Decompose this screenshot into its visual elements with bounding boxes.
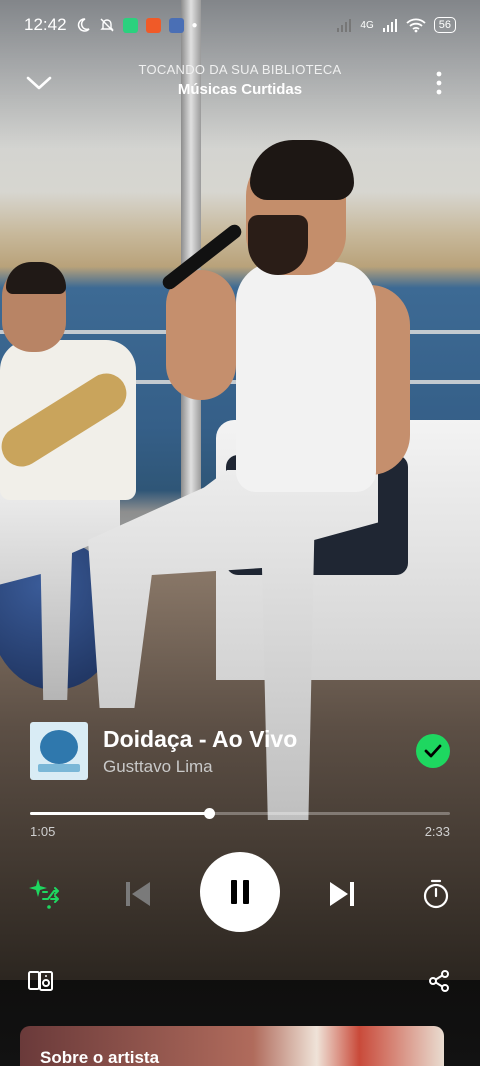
context-kicker: TOCANDO DA SUA BIBLIOTECA xyxy=(138,62,342,77)
app-notification-icon xyxy=(145,17,161,33)
devices-icon xyxy=(28,971,53,991)
app-notification-icon xyxy=(122,17,138,33)
singer-beard xyxy=(248,215,308,275)
playing-context[interactable]: TOCANDO DA SUA BIBLIOTECA Músicas Curtid… xyxy=(80,62,400,98)
singer-body xyxy=(236,262,376,492)
chevron-down-icon xyxy=(26,76,52,90)
singer-arm xyxy=(166,270,236,400)
signal-icon xyxy=(337,19,352,32)
pause-icon xyxy=(231,880,249,904)
about-artist-title: Sobre o artista xyxy=(40,1048,160,1066)
elapsed-time: 1:05 xyxy=(30,824,56,839)
smart-shuffle-button[interactable] xyxy=(24,874,64,914)
signal-icon xyxy=(382,19,397,32)
share-button[interactable] xyxy=(424,966,454,996)
skip-previous-icon xyxy=(126,882,150,906)
singer-hair xyxy=(250,140,354,200)
more-notifications-dot: ● xyxy=(191,19,198,31)
check-icon xyxy=(424,744,442,758)
network-type: 4G xyxy=(360,19,374,31)
track-title[interactable]: Doidaça - Ao Vivo xyxy=(103,725,416,753)
moon-icon xyxy=(77,18,90,32)
cover-emblem xyxy=(40,730,78,764)
total-time: 2:33 xyxy=(424,824,450,839)
track-info: Doidaça - Ao Vivo Gusttavo Lima xyxy=(30,720,450,782)
status-time: 12:42 xyxy=(24,15,67,34)
next-button[interactable] xyxy=(322,874,362,914)
context-title: Músicas Curtidas xyxy=(177,81,303,98)
track-artist[interactable]: Gusttavo Lima xyxy=(103,757,416,777)
progress-knob[interactable] xyxy=(203,808,215,819)
album-cover[interactable] xyxy=(30,722,88,780)
wifi-icon xyxy=(406,18,426,33)
liked-button[interactable] xyxy=(416,734,450,768)
app-notification-icon xyxy=(168,17,184,33)
cover-text-strip xyxy=(38,764,80,772)
progress-bar[interactable] xyxy=(30,808,450,820)
pause-button[interactable] xyxy=(200,852,280,932)
battery-indicator: 56 xyxy=(433,17,456,33)
progress-fill xyxy=(30,812,209,815)
muted-bell-icon xyxy=(99,18,114,32)
about-artist-card[interactable]: Sobre o artista xyxy=(20,1026,444,1066)
more-vertical-icon xyxy=(436,71,442,95)
connect-devices-button[interactable] xyxy=(26,966,56,996)
playback-controls xyxy=(0,852,480,932)
now-playing-screen: 12:42 ● 4G 56 TOCANDO DA SUA BIBLIOTECA … xyxy=(0,0,480,1066)
skip-next-icon xyxy=(330,882,354,906)
share-icon xyxy=(429,970,449,992)
more-options-button[interactable] xyxy=(422,66,456,100)
timer-icon xyxy=(423,879,449,909)
previous-button[interactable] xyxy=(118,874,158,914)
collapse-button[interactable] xyxy=(22,66,56,100)
smart-shuffle-icon xyxy=(29,879,59,909)
player-header: TOCANDO DA SUA BIBLIOTECA Músicas Curtid… xyxy=(0,58,480,108)
status-bar: 12:42 ● 4G 56 xyxy=(0,0,480,50)
sleep-timer-button[interactable] xyxy=(416,874,456,914)
